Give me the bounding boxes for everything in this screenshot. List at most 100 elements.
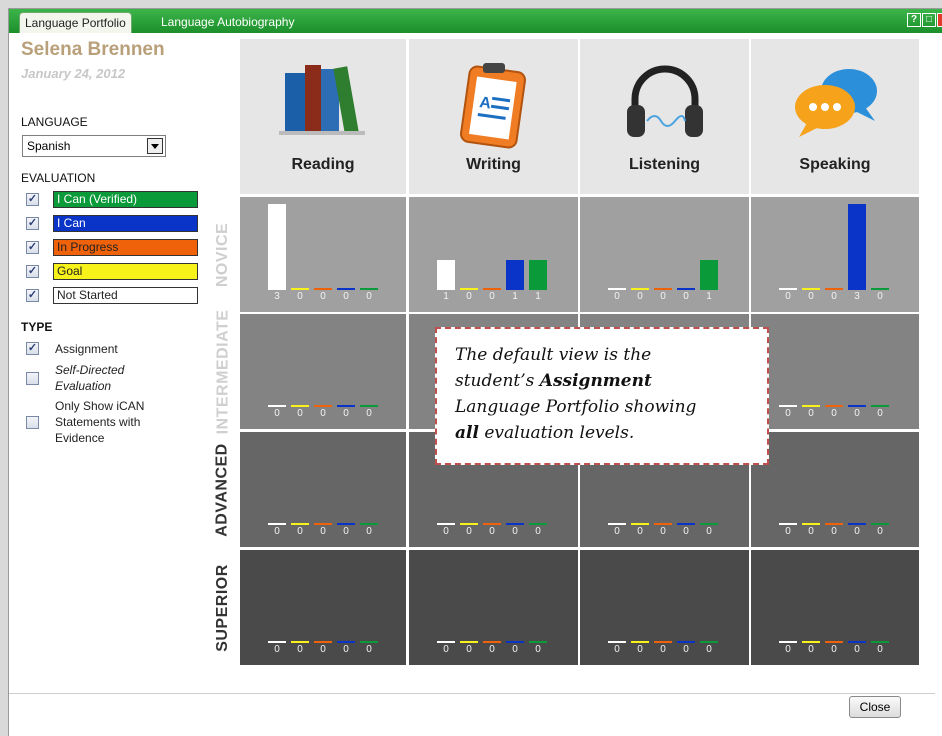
eval-not-started-checkbox[interactable]: ✓: [26, 289, 39, 302]
footer-divider: [9, 693, 935, 694]
books-icon: [240, 59, 406, 142]
cell-superior-reading[interactable]: 0 0 0 0 0: [240, 550, 406, 665]
callout-line-3: Language Portfolio showing: [455, 397, 697, 417]
close-window-button[interactable]: [937, 13, 942, 27]
assignment-checkbox[interactable]: ✓: [26, 342, 39, 355]
skill-header-writing[interactable]: A Writing: [409, 39, 578, 194]
count-bar[interactable]: [506, 260, 524, 288]
level-label-text: NOVICE: [214, 222, 231, 287]
count-baseline: [529, 288, 547, 290]
cell-advanced-reading[interactable]: 0 0 0 0 0: [240, 432, 406, 547]
count-baseline: [700, 641, 718, 643]
chevron-down-icon[interactable]: [147, 138, 163, 154]
speech-bubbles-icon: [751, 59, 919, 146]
count-baseline: [360, 288, 378, 290]
count-bar[interactable]: [700, 260, 718, 288]
callout-line-2-bold: Assignment: [539, 371, 652, 391]
count-bar[interactable]: [848, 204, 866, 288]
clipboard-icon: A: [409, 59, 578, 154]
self-directed-checkbox[interactable]: [26, 372, 39, 385]
count-baseline: [779, 288, 797, 290]
cell-novice-speaking[interactable]: 0 0 0 3 0: [751, 197, 919, 312]
count-label: 0: [706, 644, 712, 655]
count-label: 0: [831, 408, 837, 419]
level-label-text: INTERMEDIATE: [214, 309, 231, 434]
count-baseline: [460, 523, 478, 525]
count-bar[interactable]: [268, 204, 286, 288]
count-label: 1: [535, 291, 541, 302]
count-baseline: [825, 288, 843, 290]
eval-goal-checkbox[interactable]: ✓: [26, 265, 39, 278]
count-label: 0: [877, 408, 883, 419]
skill-name-speaking: Speaking: [799, 156, 871, 173]
count-bar[interactable]: [529, 260, 547, 288]
count-bar[interactable]: [437, 260, 455, 288]
count-label: 0: [320, 526, 326, 537]
count-baseline: [802, 288, 820, 290]
tab-language-portfolio[interactable]: Language Portfolio: [19, 12, 132, 33]
cell-superior-listening[interactable]: 0 0 0 0 0: [580, 550, 749, 665]
count-baseline: [871, 523, 889, 525]
cell-novice-writing[interactable]: 1 0 0 1 1: [409, 197, 578, 312]
count-baseline: [848, 641, 866, 643]
count-baseline: [848, 288, 866, 290]
callout-annotation: The default view is the student’s Assign…: [435, 327, 769, 465]
eval-goal-label: Goal: [53, 263, 198, 280]
eval-in-progress-checkbox[interactable]: ✓: [26, 241, 39, 254]
language-selected-value: Spanish: [27, 139, 71, 153]
count-baseline: [608, 523, 626, 525]
count-baseline: [677, 523, 695, 525]
count-label: 0: [877, 291, 883, 302]
count-label: 0: [274, 408, 280, 419]
cell-intermediate-reading[interactable]: 0 0 0 0 0: [240, 314, 406, 429]
cell-superior-speaking[interactable]: 0 0 0 0 0: [751, 550, 919, 665]
count-label: 0: [683, 291, 689, 302]
help-button[interactable]: ?: [907, 13, 921, 27]
count-baseline: [654, 288, 672, 290]
count-label: 0: [366, 291, 372, 302]
count-baseline: [654, 641, 672, 643]
count-baseline: [314, 288, 332, 290]
eval-i-can-verified-checkbox[interactable]: ✓: [26, 193, 39, 206]
skill-header-listening[interactable]: Listening: [580, 39, 749, 194]
callout-line-4-suffix: evaluation levels.: [478, 423, 635, 443]
cell-novice-listening[interactable]: 0 0 0 0 1: [580, 197, 749, 312]
cell-novice-reading[interactable]: 3 0 0 0 0: [240, 197, 406, 312]
count-label: 0: [320, 408, 326, 419]
cell-intermediate-speaking[interactable]: 0 0 0 0 0: [751, 314, 919, 429]
count-baseline: [314, 641, 332, 643]
cell-advanced-speaking[interactable]: 0 0 0 0 0: [751, 432, 919, 547]
count-baseline: [337, 641, 355, 643]
tab-language-autobiography[interactable]: Language Autobiography: [156, 12, 299, 33]
count-label: 0: [320, 291, 326, 302]
count-label: 0: [535, 526, 541, 537]
maximize-button[interactable]: □: [922, 13, 936, 27]
portfolio-window: Language Portfolio Language Autobiograph…: [8, 8, 942, 736]
count-baseline: [700, 288, 718, 290]
skill-header-speaking[interactable]: Speaking: [751, 39, 919, 194]
count-baseline: [291, 288, 309, 290]
count-label: 0: [785, 291, 791, 302]
count-baseline: [825, 405, 843, 407]
close-button[interactable]: Close: [849, 696, 901, 718]
count-label: 0: [466, 644, 472, 655]
count-baseline: [437, 523, 455, 525]
count-baseline: [506, 641, 524, 643]
count-label: 0: [366, 526, 372, 537]
count-baseline: [871, 641, 889, 643]
evidence-only-checkbox[interactable]: [26, 416, 39, 429]
cell-superior-writing[interactable]: 0 0 0 0 0: [409, 550, 578, 665]
skill-name-writing: Writing: [466, 156, 521, 173]
count-label: 0: [443, 644, 449, 655]
count-baseline: [337, 405, 355, 407]
skill-header-reading[interactable]: Reading: [240, 39, 406, 194]
type-label: TYPE: [21, 320, 53, 334]
count-baseline: [802, 641, 820, 643]
count-label: 0: [320, 644, 326, 655]
count-baseline: [483, 641, 501, 643]
language-select[interactable]: Spanish: [22, 135, 166, 157]
count-label: 1: [443, 291, 449, 302]
count-baseline: [631, 523, 649, 525]
count-baseline: [337, 523, 355, 525]
eval-i-can-checkbox[interactable]: ✓: [26, 217, 39, 230]
